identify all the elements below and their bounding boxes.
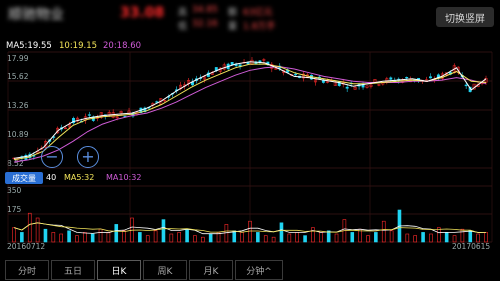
volume-bar <box>201 236 205 243</box>
volume-bar <box>350 232 355 243</box>
volume-bar <box>185 228 189 243</box>
volume-bar <box>374 232 378 243</box>
volume-bar <box>381 220 386 243</box>
candle-body <box>405 76 409 79</box>
volume-bar <box>444 232 449 243</box>
volume-bar <box>27 212 32 243</box>
volume-axis-label: 175 <box>7 205 22 214</box>
volume-indicator-button[interactable]: 成交量 <box>5 172 43 184</box>
volume-bar <box>334 233 339 243</box>
volume-bar <box>311 227 315 243</box>
candle-body <box>230 62 234 65</box>
volume-bar <box>405 233 410 243</box>
volume-bar <box>114 224 119 243</box>
volume-bar <box>20 232 24 243</box>
candle-body <box>429 76 432 79</box>
volume-bar <box>303 235 307 243</box>
candle-body <box>87 114 91 116</box>
volume-bar <box>476 233 480 243</box>
volume-ma10-legend: MA10:32 <box>106 173 142 182</box>
volume-bar <box>413 235 418 243</box>
candle-body <box>389 77 393 80</box>
zoom-in-button[interactable]: + <box>77 146 99 168</box>
volume-bar <box>263 235 268 243</box>
volume-bar <box>153 230 158 243</box>
volume-bar <box>75 235 79 243</box>
volume-bar <box>240 232 244 243</box>
candle-body <box>464 84 468 87</box>
volume-bar <box>256 232 260 243</box>
volume-bar <box>421 232 425 243</box>
tab-monthly-k[interactable]: 月K <box>189 260 233 280</box>
volume-bar <box>169 233 174 243</box>
volume-bar <box>177 232 181 243</box>
volume-bar <box>51 232 56 243</box>
volume-bar <box>271 236 276 243</box>
tab-daily-k[interactable]: 日K <box>97 260 141 280</box>
volume-bar <box>67 230 71 243</box>
volume-bar <box>59 233 64 243</box>
volume-axis-label: 350 <box>7 186 22 195</box>
volume-bar <box>366 235 370 243</box>
volume-bar <box>12 227 16 243</box>
volume-bar <box>460 228 465 243</box>
volume-bar <box>98 228 103 243</box>
candle-body <box>345 86 349 89</box>
volume-bar <box>389 230 394 243</box>
candle-body <box>246 62 250 65</box>
volume-value: 40 <box>46 173 57 182</box>
volume-bar <box>161 219 166 243</box>
volume-bar <box>232 230 237 243</box>
candle-body <box>294 73 298 76</box>
volume-bar <box>208 233 213 243</box>
volume-bar <box>484 232 488 243</box>
tab-intraday[interactable]: 分时 <box>5 260 49 280</box>
period-tabs: 分时 五日 日K 周K 月K 分钟^ <box>5 260 285 280</box>
volume-bar <box>193 235 197 243</box>
volume-bar <box>429 233 433 243</box>
volume-bar <box>295 232 300 243</box>
volume-bar <box>287 233 292 243</box>
volume-bar <box>318 232 323 243</box>
date-end-label: 20170615 <box>452 242 491 251</box>
volume-ma5-legend: MA5:32 <box>64 173 95 182</box>
volume-bar <box>83 232 87 243</box>
volume-bar <box>279 222 284 243</box>
volume-bar <box>90 233 95 243</box>
tab-five-day[interactable]: 五日 <box>51 260 95 280</box>
volume-bar <box>43 228 48 243</box>
volume-bar <box>122 230 126 243</box>
kline-chart[interactable] <box>0 0 500 281</box>
volume-bar <box>468 230 473 243</box>
volume-bar <box>35 217 40 243</box>
zoom-out-button[interactable]: − <box>41 146 63 168</box>
volume-bar <box>145 235 150 243</box>
tab-weekly-k[interactable]: 周K <box>143 260 187 280</box>
date-start-label: 20160712 <box>7 242 46 251</box>
volume-bar <box>138 232 142 243</box>
volume-bar <box>106 232 111 243</box>
tab-minute-dropdown[interactable]: 分钟^ <box>235 260 283 280</box>
